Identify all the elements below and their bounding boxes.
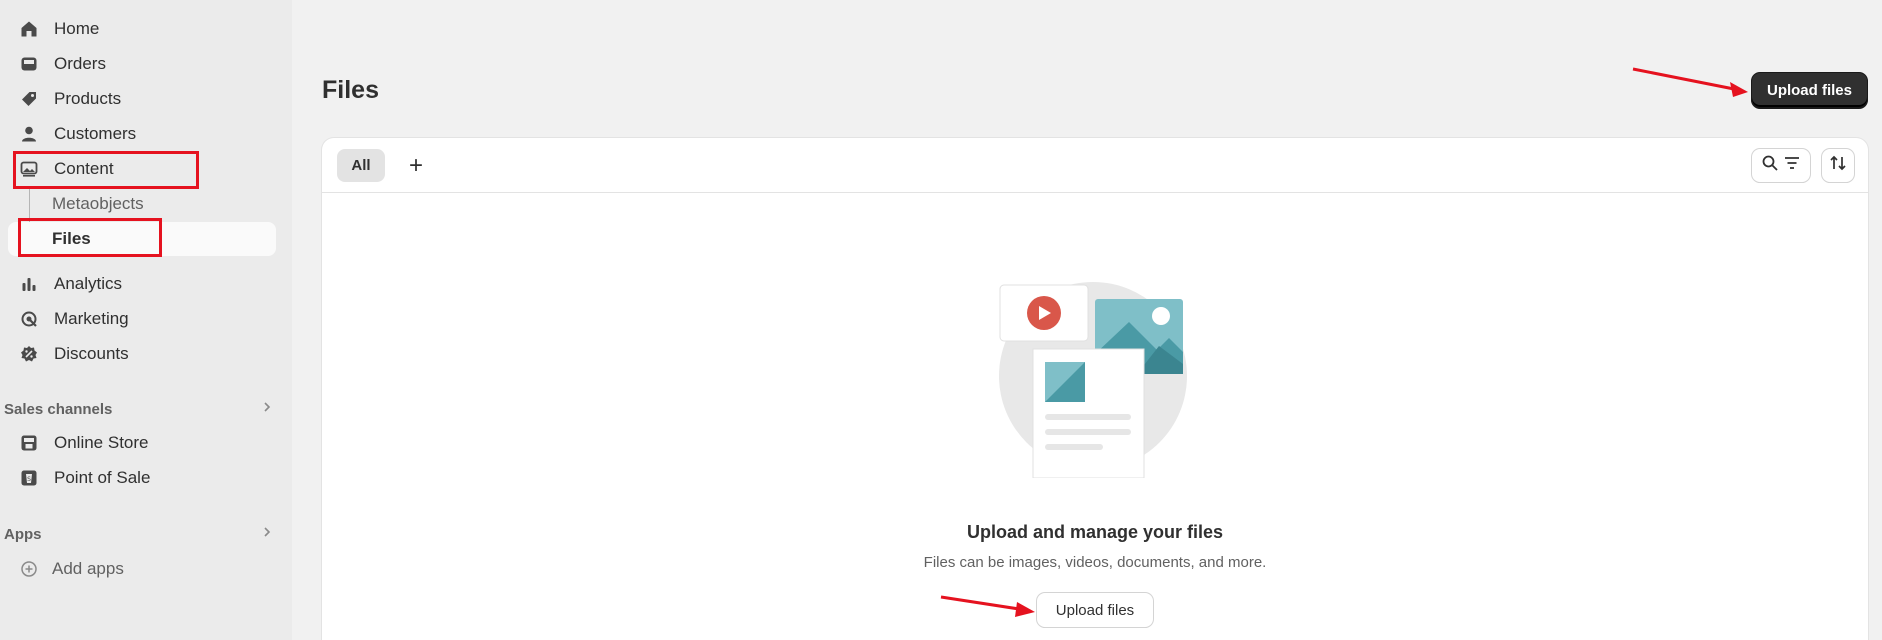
- sales-channels-heading[interactable]: Sales channels: [4, 397, 272, 421]
- sidebar-item-marketing[interactable]: Marketing: [8, 302, 276, 336]
- sidebar-item-label: Metaobjects: [52, 194, 144, 213]
- discount-icon: [18, 343, 40, 365]
- sort-icon: [1829, 154, 1847, 177]
- filter-icon: [1783, 154, 1801, 177]
- sidebar-item-customers[interactable]: Customers: [8, 117, 276, 151]
- pos-icon: S: [18, 467, 40, 489]
- sidebar-item-products[interactable]: Products: [8, 82, 276, 116]
- chevron-right-icon: [262, 400, 272, 419]
- sidebar-item-label: Marketing: [54, 309, 129, 328]
- image-icon: [18, 158, 40, 180]
- add-view-button[interactable]: +: [400, 149, 432, 182]
- sort-button[interactable]: [1822, 149, 1854, 182]
- sidebar-item-label: Point of Sale: [54, 468, 151, 487]
- sidebar-item-label: Online Store: [54, 433, 149, 452]
- apps-heading[interactable]: Apps: [4, 522, 272, 546]
- sidebar: Home Orders Products Customers Content M…: [0, 0, 292, 640]
- sidebar-item-label: Home: [54, 19, 100, 38]
- sidebar-item-home[interactable]: Home: [8, 12, 276, 46]
- sidebar-item-label: Products: [54, 89, 122, 108]
- sidebar-item-label: Analytics: [54, 274, 123, 293]
- sidebar-item-label: Discounts: [54, 344, 129, 363]
- sidebar-item-analytics[interactable]: Analytics: [8, 267, 276, 301]
- inbox-icon: [18, 53, 40, 75]
- sidebar-item-label: Customers: [54, 124, 137, 143]
- sidebar-item-add-apps[interactable]: Add apps: [8, 552, 276, 586]
- sidebar-item-discounts[interactable]: Discounts: [8, 337, 276, 371]
- page-title: Files: [322, 76, 379, 104]
- sales-channels-label: Sales channels: [4, 400, 113, 418]
- empty-state-title: Upload and manage your files: [966, 522, 1224, 542]
- files-empty-illustration: [999, 282, 1187, 478]
- sidebar-item-label: Add apps: [52, 559, 124, 578]
- files-card: All + Upload and manage your files Files…: [322, 138, 1868, 640]
- red-arrow-annotation: [940, 595, 1035, 617]
- sidebar-item-metaobjects[interactable]: Metaobjects: [8, 187, 276, 221]
- empty-state-subtitle: Files can be images, videos, documents, …: [923, 554, 1267, 571]
- red-arrow-annotation: [1632, 67, 1748, 97]
- search-icon: [1761, 154, 1779, 177]
- tab-all[interactable]: All: [337, 149, 385, 182]
- sidebar-item-orders[interactable]: Orders: [8, 47, 276, 81]
- store-icon: [18, 432, 40, 454]
- sidebar-item-content[interactable]: Content: [8, 152, 276, 186]
- bar-chart-icon: [18, 273, 40, 295]
- home-icon: [18, 18, 40, 40]
- sidebar-item-label: Orders: [54, 54, 106, 73]
- files-toolbar: All +: [322, 138, 1868, 193]
- sidebar-item-online-store[interactable]: Online Store: [8, 426, 276, 460]
- tag-icon: [18, 88, 40, 110]
- svg-text:S: S: [27, 476, 31, 483]
- apps-label: Apps: [4, 525, 42, 543]
- upload-files-button[interactable]: Upload files: [1751, 72, 1868, 108]
- empty-state-upload-button[interactable]: Upload files: [1037, 593, 1153, 627]
- sidebar-item-files[interactable]: Files: [8, 222, 276, 256]
- search-filter-button[interactable]: [1752, 149, 1810, 182]
- plus-circle-icon: [18, 558, 40, 580]
- sidebar-item-label: Content: [54, 159, 114, 178]
- sidebar-item-label: Files: [52, 229, 91, 248]
- person-icon: [18, 123, 40, 145]
- target-icon: [18, 308, 40, 330]
- chevron-right-icon: [262, 525, 272, 544]
- sidebar-item-point-of-sale[interactable]: S Point of Sale: [8, 461, 276, 495]
